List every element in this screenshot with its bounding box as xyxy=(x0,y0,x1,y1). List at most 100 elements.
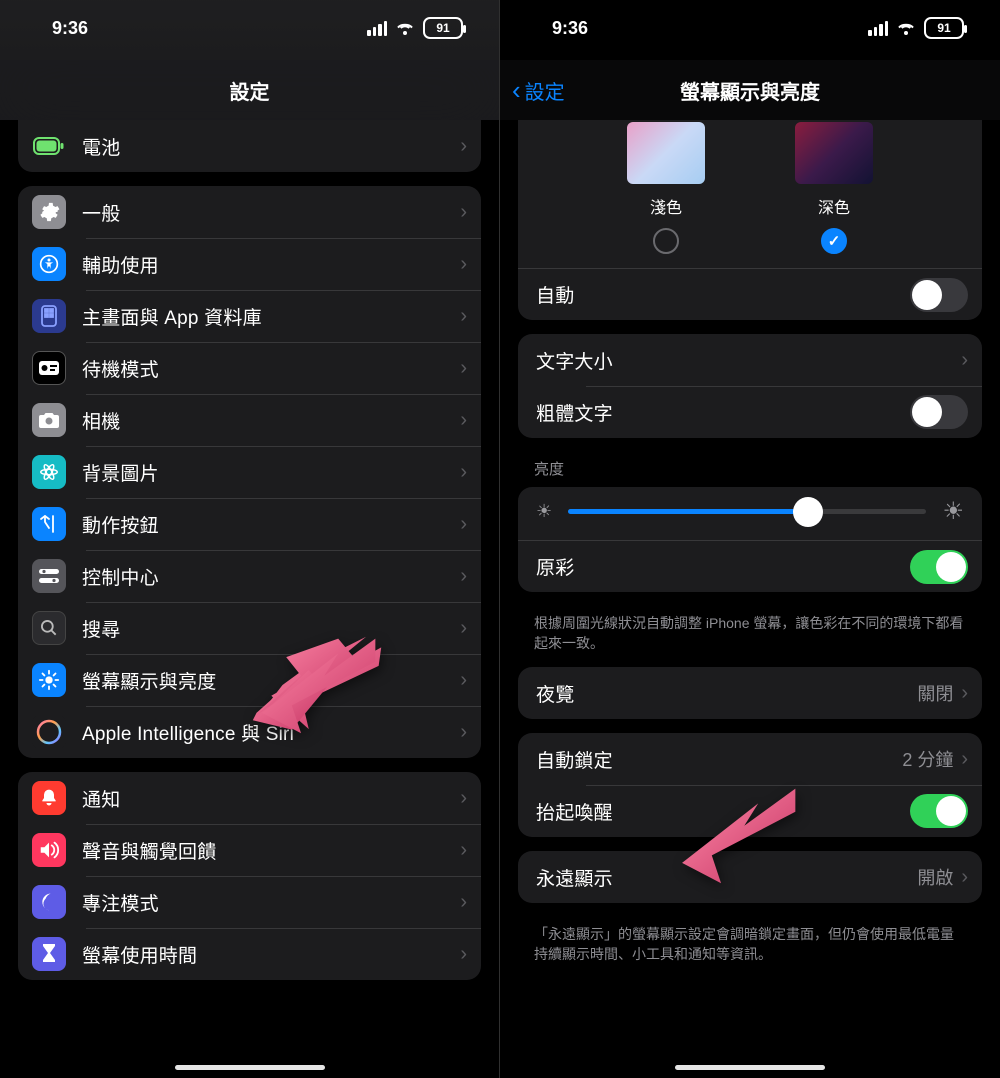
row-label: 通知 xyxy=(82,785,452,812)
control-center-icon xyxy=(32,559,66,593)
row-standby[interactable]: 待機模式 › xyxy=(18,342,481,394)
status-right: 91 xyxy=(868,17,964,39)
row-wallpaper[interactable]: 背景圖片 › xyxy=(18,446,481,498)
toggle-off-icon[interactable] xyxy=(910,395,968,429)
cellular-icon xyxy=(367,21,387,36)
chevron-right-icon: › xyxy=(460,305,467,328)
chevron-right-icon: › xyxy=(460,461,467,484)
chevron-right-icon: › xyxy=(961,866,968,889)
row-label: 相機 xyxy=(82,407,452,434)
appearance-dark-label: 深色 xyxy=(818,194,850,218)
nav-bar: 設定 xyxy=(0,60,499,120)
annotation-arrow-left xyxy=(230,620,400,750)
chevron-right-icon: › xyxy=(961,682,968,705)
screenshot-canvas: 9:36 91 設定 電池 › xyxy=(0,0,1000,1078)
back-button[interactable]: ‹ 設定 xyxy=(512,76,565,105)
row-focus[interactable]: 專注模式 › xyxy=(18,876,481,928)
home-indicator[interactable] xyxy=(675,1065,825,1070)
row-homescreen[interactable]: 主畫面與 App 資料庫 › xyxy=(18,290,481,342)
row-accessibility[interactable]: 輔助使用 › xyxy=(18,238,481,290)
bell-icon xyxy=(32,781,66,815)
slider-track[interactable] xyxy=(568,509,926,514)
chevron-right-icon: › xyxy=(460,617,467,640)
appearance-light-option[interactable]: 淺色 ✓ xyxy=(627,122,705,254)
toggle-on-icon[interactable] xyxy=(910,794,968,828)
battery-row-icon xyxy=(32,129,66,163)
row-label: 背景圖片 xyxy=(82,459,452,486)
battery-icon: 91 xyxy=(423,17,463,39)
phone-left: 9:36 91 設定 電池 › xyxy=(0,0,500,1078)
row-sound[interactable]: 聲音與觸覺回饋 › xyxy=(18,824,481,876)
standby-icon xyxy=(32,351,66,385)
row-bold-text[interactable]: 粗體文字 xyxy=(518,386,982,438)
chevron-right-icon: › xyxy=(460,721,467,744)
row-value: 開啟 xyxy=(917,864,953,890)
chevron-right-icon: › xyxy=(460,357,467,380)
row-value: 關閉 xyxy=(917,680,953,706)
row-control-center[interactable]: 控制中心 › xyxy=(18,550,481,602)
camera-icon xyxy=(32,403,66,437)
display-scroll[interactable]: 淺色 ✓ 深色 ✓ 自動 文字大小 › xyxy=(500,0,1000,1078)
appearance-picker: 淺色 ✓ 深色 ✓ xyxy=(518,120,982,268)
chevron-right-icon: › xyxy=(460,513,467,536)
row-night-shift[interactable]: 夜覽 關閉 › xyxy=(518,667,982,719)
chevron-right-icon: › xyxy=(460,201,467,224)
row-label: 專注模式 xyxy=(82,889,452,916)
row-text-size[interactable]: 文字大小 › xyxy=(518,334,982,386)
siri-icon xyxy=(32,715,66,749)
toggle-off-icon[interactable] xyxy=(910,278,968,312)
row-label: 粗體文字 xyxy=(536,399,910,426)
row-label: 文字大小 xyxy=(536,347,953,374)
always-on-footer: 「永遠顯示」的螢幕顯示設定會調暗鎖定畫面，但仍會使用最低電量持續顯示時間、小工具… xyxy=(500,917,1000,964)
chevron-right-icon: › xyxy=(460,787,467,810)
nav-title: 設定 xyxy=(230,76,270,105)
slider-thumb[interactable] xyxy=(793,497,823,527)
wifi-icon xyxy=(395,21,415,36)
gear-icon xyxy=(32,195,66,229)
status-time: 9:36 xyxy=(52,18,88,39)
row-screentime[interactable]: 螢幕使用時間 › xyxy=(18,928,481,980)
toggle-on-icon[interactable] xyxy=(910,550,968,584)
group-appearance: 淺色 ✓ 深色 ✓ 自動 xyxy=(518,120,982,320)
row-label: 聲音與觸覺回饋 xyxy=(82,837,452,864)
row-label: 螢幕使用時間 xyxy=(82,941,452,968)
status-bar: 9:36 91 xyxy=(0,0,499,60)
phone-right: 9:36 91 ‹ 設定 螢幕顯示與亮度 淺色 ✓ xyxy=(500,0,1000,1078)
row-general[interactable]: 一般 › xyxy=(18,186,481,238)
row-camera[interactable]: 相機 › xyxy=(18,394,481,446)
nav-bar: ‹ 設定 螢幕顯示與亮度 xyxy=(500,60,1000,120)
group-notifications: 通知 › 聲音與觸覺回饋 › 專注模式 › xyxy=(18,772,481,980)
status-bar: 9:36 91 xyxy=(500,0,1000,60)
chevron-right-icon: › xyxy=(961,349,968,372)
row-label: 一般 xyxy=(82,199,452,226)
row-label: 待機模式 xyxy=(82,355,452,382)
row-battery[interactable]: 電池 › xyxy=(18,120,481,172)
radio-unchecked-icon[interactable]: ✓ xyxy=(653,228,679,254)
moon-icon xyxy=(32,885,66,919)
row-label: 原彩 xyxy=(536,553,910,580)
row-label: 輔助使用 xyxy=(82,251,452,278)
row-true-tone[interactable]: 原彩 xyxy=(518,540,982,592)
row-label: 主畫面與 App 資料庫 xyxy=(82,303,452,330)
appearance-dark-option[interactable]: 深色 ✓ xyxy=(795,122,873,254)
row-action-button[interactable]: 動作按鈕 › xyxy=(18,498,481,550)
row-notifications[interactable]: 通知 › xyxy=(18,772,481,824)
row-label: 電池 xyxy=(82,133,452,160)
search-icon xyxy=(32,611,66,645)
row-label: 動作按鈕 xyxy=(82,511,452,538)
home-indicator[interactable] xyxy=(175,1065,325,1070)
display-brightness-icon xyxy=(32,663,66,697)
radio-checked-icon[interactable]: ✓ xyxy=(821,228,847,254)
chevron-right-icon: › xyxy=(460,943,467,966)
chevron-right-icon: › xyxy=(460,135,467,158)
cellular-icon xyxy=(868,21,888,36)
annotation-arrow-right xyxy=(650,770,820,900)
brightness-slider[interactable]: ☀︎ ☀︎ xyxy=(518,487,982,540)
row-label: 自動 xyxy=(536,281,910,308)
chevron-right-icon: › xyxy=(460,669,467,692)
battery-pct: 91 xyxy=(937,21,950,35)
row-auto-appearance[interactable]: 自動 xyxy=(518,268,982,320)
sun-large-icon: ☀︎ xyxy=(942,497,964,526)
speaker-icon xyxy=(32,833,66,867)
settings-scroll[interactable]: 電池 › 一般 › 輔助使用 › xyxy=(0,0,499,1078)
